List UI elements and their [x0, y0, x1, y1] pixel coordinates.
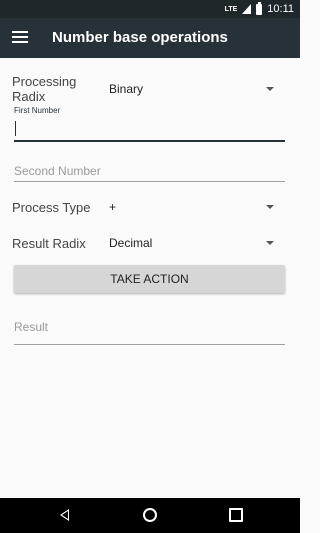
first-number-underline	[14, 140, 285, 142]
battery-icon	[256, 1, 263, 15]
processing-radix-label: Processing Radix	[12, 74, 77, 104]
status-time: 10:11	[267, 3, 294, 15]
app-bar: Number base operations	[0, 18, 300, 58]
second-number-underline	[14, 181, 285, 182]
result-underline	[14, 344, 285, 345]
status-icons: LTE 10:11	[224, 1, 294, 16]
result-placeholder: Result	[14, 320, 49, 334]
process-type-value: +	[109, 200, 117, 214]
text-cursor	[15, 121, 16, 136]
page-title: Number base operations	[52, 29, 228, 46]
chevron-down-icon	[266, 205, 274, 209]
chevron-down-icon	[266, 87, 274, 91]
processing-radix-value: Binary	[109, 82, 144, 96]
result-radix-value: Decimal	[109, 236, 153, 250]
lte-signal-icon: LTE	[224, 5, 238, 13]
back-triangle-icon[interactable]	[60, 509, 69, 521]
second-number-placeholder: Second Number	[14, 164, 101, 178]
status-bar: LTE 10:11	[0, 0, 300, 18]
take-action-button[interactable]: TAKE ACTION	[14, 265, 285, 293]
process-type-label: Process Type	[12, 200, 91, 215]
first-number-label: First Number	[14, 106, 61, 115]
signal-icon	[242, 4, 252, 14]
hamburger-menu-icon[interactable]	[12, 31, 28, 45]
navigation-bar	[0, 498, 300, 533]
recents-square-icon[interactable]	[229, 508, 243, 522]
home-circle-icon[interactable]	[143, 508, 157, 522]
chevron-down-icon	[266, 241, 274, 245]
result-radix-label: Result Radix	[12, 236, 86, 251]
